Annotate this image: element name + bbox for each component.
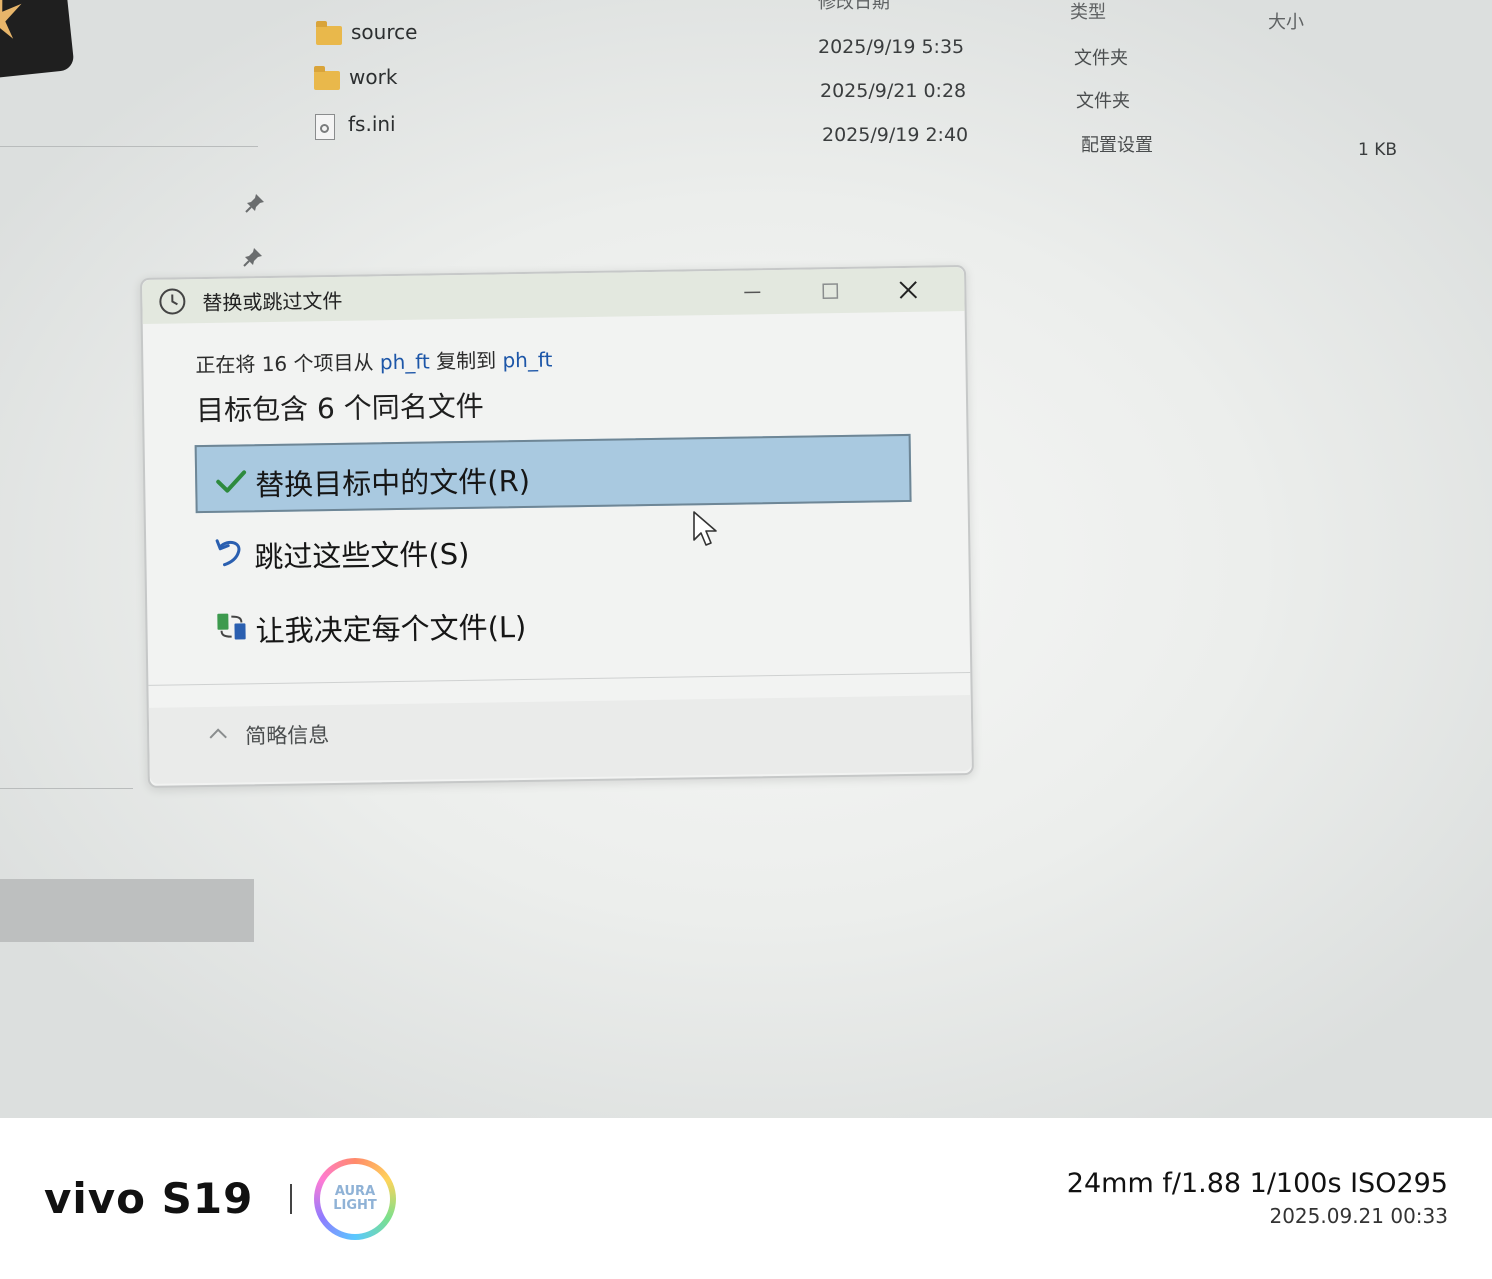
file-size: 1 KB bbox=[1358, 140, 1398, 160]
fewer-details-toggle[interactable]: 简略信息 bbox=[245, 719, 329, 750]
aura-light-badge: AURA LIGHT bbox=[314, 1158, 396, 1240]
brand-divider bbox=[290, 1184, 292, 1214]
sidebar-divider bbox=[0, 788, 133, 789]
pin-icon[interactable] bbox=[242, 246, 264, 268]
app-logo bbox=[0, 0, 75, 80]
file-date: 2025/9/19 5:35 bbox=[818, 36, 965, 58]
file-date: 2025/9/21 0:28 bbox=[820, 80, 967, 102]
skip-files-option[interactable]: 跳过这些文件(S) bbox=[196, 508, 913, 587]
file-type: 配置设置 bbox=[1081, 135, 1153, 156]
file-row-fs-ini[interactable]: fs.ini 2025/9/19 2:40 配置设置 1 KB bbox=[314, 112, 1414, 160]
close-icon bbox=[899, 281, 918, 299]
minimize-icon bbox=[744, 291, 761, 294]
replace-files-option[interactable]: 替换目标中的文件(R) bbox=[194, 433, 912, 514]
sidebar-divider bbox=[0, 146, 258, 147]
aura-badge-line2: LIGHT bbox=[333, 1198, 377, 1213]
file-name: source bbox=[351, 20, 418, 44]
chevron-up-icon[interactable] bbox=[207, 723, 229, 745]
minimize-button[interactable] bbox=[726, 272, 779, 313]
footer-divider bbox=[148, 672, 971, 686]
maximize-icon bbox=[822, 283, 839, 300]
option-label: 跳过这些文件(S) bbox=[254, 536, 470, 575]
option-label: 让我决定每个文件(L) bbox=[255, 609, 527, 649]
option-label: 替换目标中的文件(R) bbox=[255, 463, 531, 503]
file-row-work[interactable]: work 2025/9/21 0:28 文件夹 bbox=[314, 65, 1414, 112]
capture-timestamp: 2025.09.21 00:33 bbox=[1269, 1204, 1448, 1228]
file-date: 2025/9/19 2:40 bbox=[822, 124, 969, 146]
file-type: 文件夹 bbox=[1076, 91, 1130, 112]
compare-files-icon bbox=[217, 613, 246, 640]
dialog-titlebar[interactable]: 替换或跳过文件 bbox=[142, 267, 965, 324]
checkmark-icon bbox=[216, 470, 247, 493]
column-header-date[interactable]: 修改日期 bbox=[818, 0, 890, 14]
sidebar-selected-item[interactable] bbox=[0, 879, 254, 942]
skip-arrow-icon bbox=[215, 539, 241, 567]
mouse-cursor-icon bbox=[693, 511, 717, 546]
file-row-source[interactable]: source 2025/9/19 5:35 文件夹 bbox=[316, 20, 1416, 69]
copy-message-prefix: 正在将 16 个项目从 bbox=[195, 350, 381, 378]
monitor-screen: 修改日期 类型 大小 source 2025/9/19 5:35 文件夹 wor… bbox=[0, 0, 1492, 1118]
copy-message-middle: 复制到 bbox=[429, 348, 503, 374]
folder-icon bbox=[316, 21, 342, 45]
dialog-title: 替换或跳过文件 bbox=[202, 288, 343, 316]
file-name: work bbox=[349, 65, 398, 89]
file-name: fs.ini bbox=[348, 112, 396, 136]
decide-each-file-option[interactable]: 让我决定每个文件(L) bbox=[197, 582, 914, 661]
dialog-footer: 简略信息 bbox=[148, 695, 972, 784]
clock-icon bbox=[159, 288, 186, 315]
dest-folder-link[interactable]: ph_ft bbox=[502, 348, 552, 373]
pin-icon[interactable] bbox=[244, 192, 266, 214]
source-folder-link[interactable]: ph_ft bbox=[380, 349, 430, 374]
conflict-message: 目标包含 6 个同名文件 bbox=[195, 389, 484, 428]
replace-or-skip-dialog: 替换或跳过文件 正在将 16 个项目从 ph_ft 复制到 ph_ft 目标包含… bbox=[140, 265, 974, 788]
camera-parameters: 24mm f/1.88 1/100s ISO295 bbox=[1066, 1168, 1448, 1199]
camera-watermark-strip: vivo S19 AURA LIGHT 24mm f/1.88 1/100s I… bbox=[0, 1118, 1492, 1279]
close-button[interactable] bbox=[882, 270, 935, 311]
copy-progress-message: 正在将 16 个项目从 ph_ft 复制到 ph_ft bbox=[195, 344, 552, 379]
bird-logo-icon bbox=[0, 0, 22, 39]
aura-badge-line1: AURA bbox=[334, 1184, 376, 1199]
folder-icon bbox=[314, 66, 340, 90]
maximize-button[interactable] bbox=[804, 271, 857, 312]
ini-file-icon bbox=[315, 114, 335, 140]
camera-brand: vivo S19 bbox=[44, 1174, 254, 1223]
